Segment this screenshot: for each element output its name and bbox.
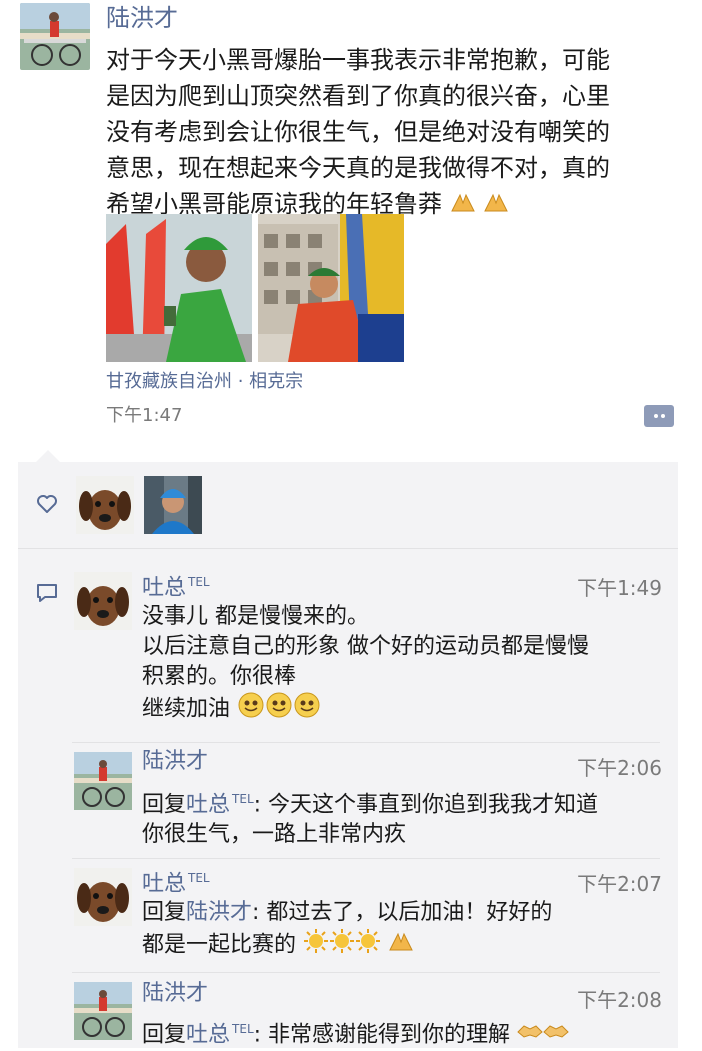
- dot-icon: [660, 414, 665, 418]
- comment-avatar[interactable]: [74, 752, 132, 810]
- pray-emoji-icon: [483, 187, 509, 223]
- reply-prefix: 回复: [142, 1022, 187, 1048]
- like-avatar[interactable]: [76, 476, 134, 534]
- post-text-line: 是因为爬到山顶突然看到了你真的很兴奋，心里: [106, 82, 610, 110]
- comment-avatar[interactable]: [74, 868, 132, 926]
- divider: [72, 742, 660, 743]
- comment-avatar[interactable]: [74, 572, 132, 630]
- sun-emoji-icon: [329, 928, 355, 963]
- panel-caret: [36, 450, 60, 462]
- comment-line: 都是一起比赛的: [142, 928, 552, 963]
- divider: [72, 858, 660, 859]
- comment-line: 回复陆洪才: 都过去了，以后加油！好好的: [142, 898, 552, 928]
- post-time: 下午1:47: [106, 405, 183, 426]
- comment-line-text: : 非常感谢能得到你的理解: [253, 1022, 511, 1048]
- comment-line-text: : 今天这个事直到你追到我我才知道: [253, 792, 599, 818]
- post-text-line: 没有考虑到会让你很生气，但是绝对没有嘲笑的: [106, 118, 610, 146]
- pray-emoji-icon: [388, 930, 414, 961]
- comment-text[interactable]: 回复陆洪才: 都过去了，以后加油！好好的 都是一起比赛的: [142, 898, 552, 963]
- comment-icon: [36, 582, 58, 604]
- divider: [18, 548, 678, 549]
- smile-emoji-icon: [293, 692, 321, 727]
- post-text-line: 对于今天小黑哥爆胎一事我表示非常抱歉，可能: [106, 46, 610, 74]
- smile-emoji-icon: [265, 692, 293, 727]
- tel-badge: TEL: [188, 575, 210, 589]
- smile-emoji-icon: [237, 692, 265, 727]
- post-text: 对于今天小黑哥爆胎一事我表示非常抱歉，可能 是因为爬到山顶突然看到了你真的很兴奋…: [106, 42, 686, 223]
- post-photo-2[interactable]: [258, 214, 404, 362]
- pray-emoji-icon: [450, 187, 476, 223]
- post-photo-1[interactable]: [106, 214, 252, 362]
- comment-line-text: 都是一起比赛的: [142, 932, 297, 958]
- reply-target[interactable]: 吐总: [186, 1022, 230, 1047]
- post-text-line: 意思，现在想起来今天真的是我做得不对，真的: [106, 154, 610, 182]
- reply-prefix: 回复: [142, 900, 187, 925]
- comment-text[interactable]: 回复吐总 TEL: 非常感谢能得到你的理解: [142, 1014, 569, 1051]
- comment-text[interactable]: 没事儿 都是慢慢来的。 以后注意自己的形象 做个好的运动员都是慢慢 积累的。你很…: [142, 602, 589, 727]
- reply-target[interactable]: 陆洪才: [186, 900, 252, 925]
- post-location[interactable]: 甘孜藏族自治州 · 相克宗: [106, 368, 303, 396]
- comment-line: 回复吐总 TEL: 今天这个事直到你追到我我才知道: [142, 784, 598, 820]
- comment-author[interactable]: 吐总 TEL: [142, 864, 210, 898]
- handshake-emoji-icon: [543, 1020, 569, 1051]
- comment-line: 继续加油: [142, 696, 231, 722]
- comment-author[interactable]: 陆洪才: [142, 980, 208, 1008]
- heart-icon: [36, 494, 58, 514]
- comment-time: 下午2:07: [577, 872, 662, 896]
- handshake-emoji-icon: [517, 1020, 543, 1051]
- sun-emoji-icon: [303, 928, 329, 963]
- comment-line: 积累的。你很棒: [142, 664, 297, 689]
- like-avatar[interactable]: [144, 476, 202, 534]
- divider: [72, 972, 660, 973]
- comment-avatar[interactable]: [74, 982, 132, 1040]
- reply-prefix: 回复: [142, 792, 187, 818]
- reply-target[interactable]: 吐总: [186, 792, 230, 817]
- dot-icon: [653, 414, 658, 418]
- sun-emoji-icon: [355, 928, 381, 963]
- comment-time: 下午1:49: [577, 576, 662, 600]
- comment-time: 下午2:06: [577, 756, 662, 780]
- comment-author[interactable]: 吐总 TEL: [142, 568, 210, 602]
- comment-author[interactable]: 陆洪才: [142, 748, 208, 776]
- tel-badge: TEL: [232, 1022, 254, 1036]
- comment-line-last: 继续加油: [142, 692, 589, 727]
- comment-line: 你很生气，一路上非常内疚: [142, 822, 407, 848]
- comment-line: 没事儿 都是慢慢来的。: [142, 604, 369, 629]
- comment-text[interactable]: 回复吐总 TEL: 今天这个事直到你追到我我才知道 你很生气，一路上非常内疚: [142, 784, 598, 850]
- tel-badge: TEL: [188, 871, 210, 885]
- post-author-avatar[interactable]: [20, 3, 90, 70]
- post-author-name[interactable]: 陆洪才: [106, 2, 178, 34]
- tel-badge: TEL: [232, 792, 254, 806]
- comment-line-text: : 都过去了，以后加油！好好的: [252, 900, 553, 925]
- comment-line: 以后注意自己的形象 做个好的运动员都是慢慢: [142, 634, 589, 659]
- more-actions-button[interactable]: [644, 405, 674, 427]
- comment-time: 下午2:08: [577, 988, 662, 1012]
- comment-line: 回复吐总 TEL: 非常感谢能得到你的理解: [142, 1014, 569, 1051]
